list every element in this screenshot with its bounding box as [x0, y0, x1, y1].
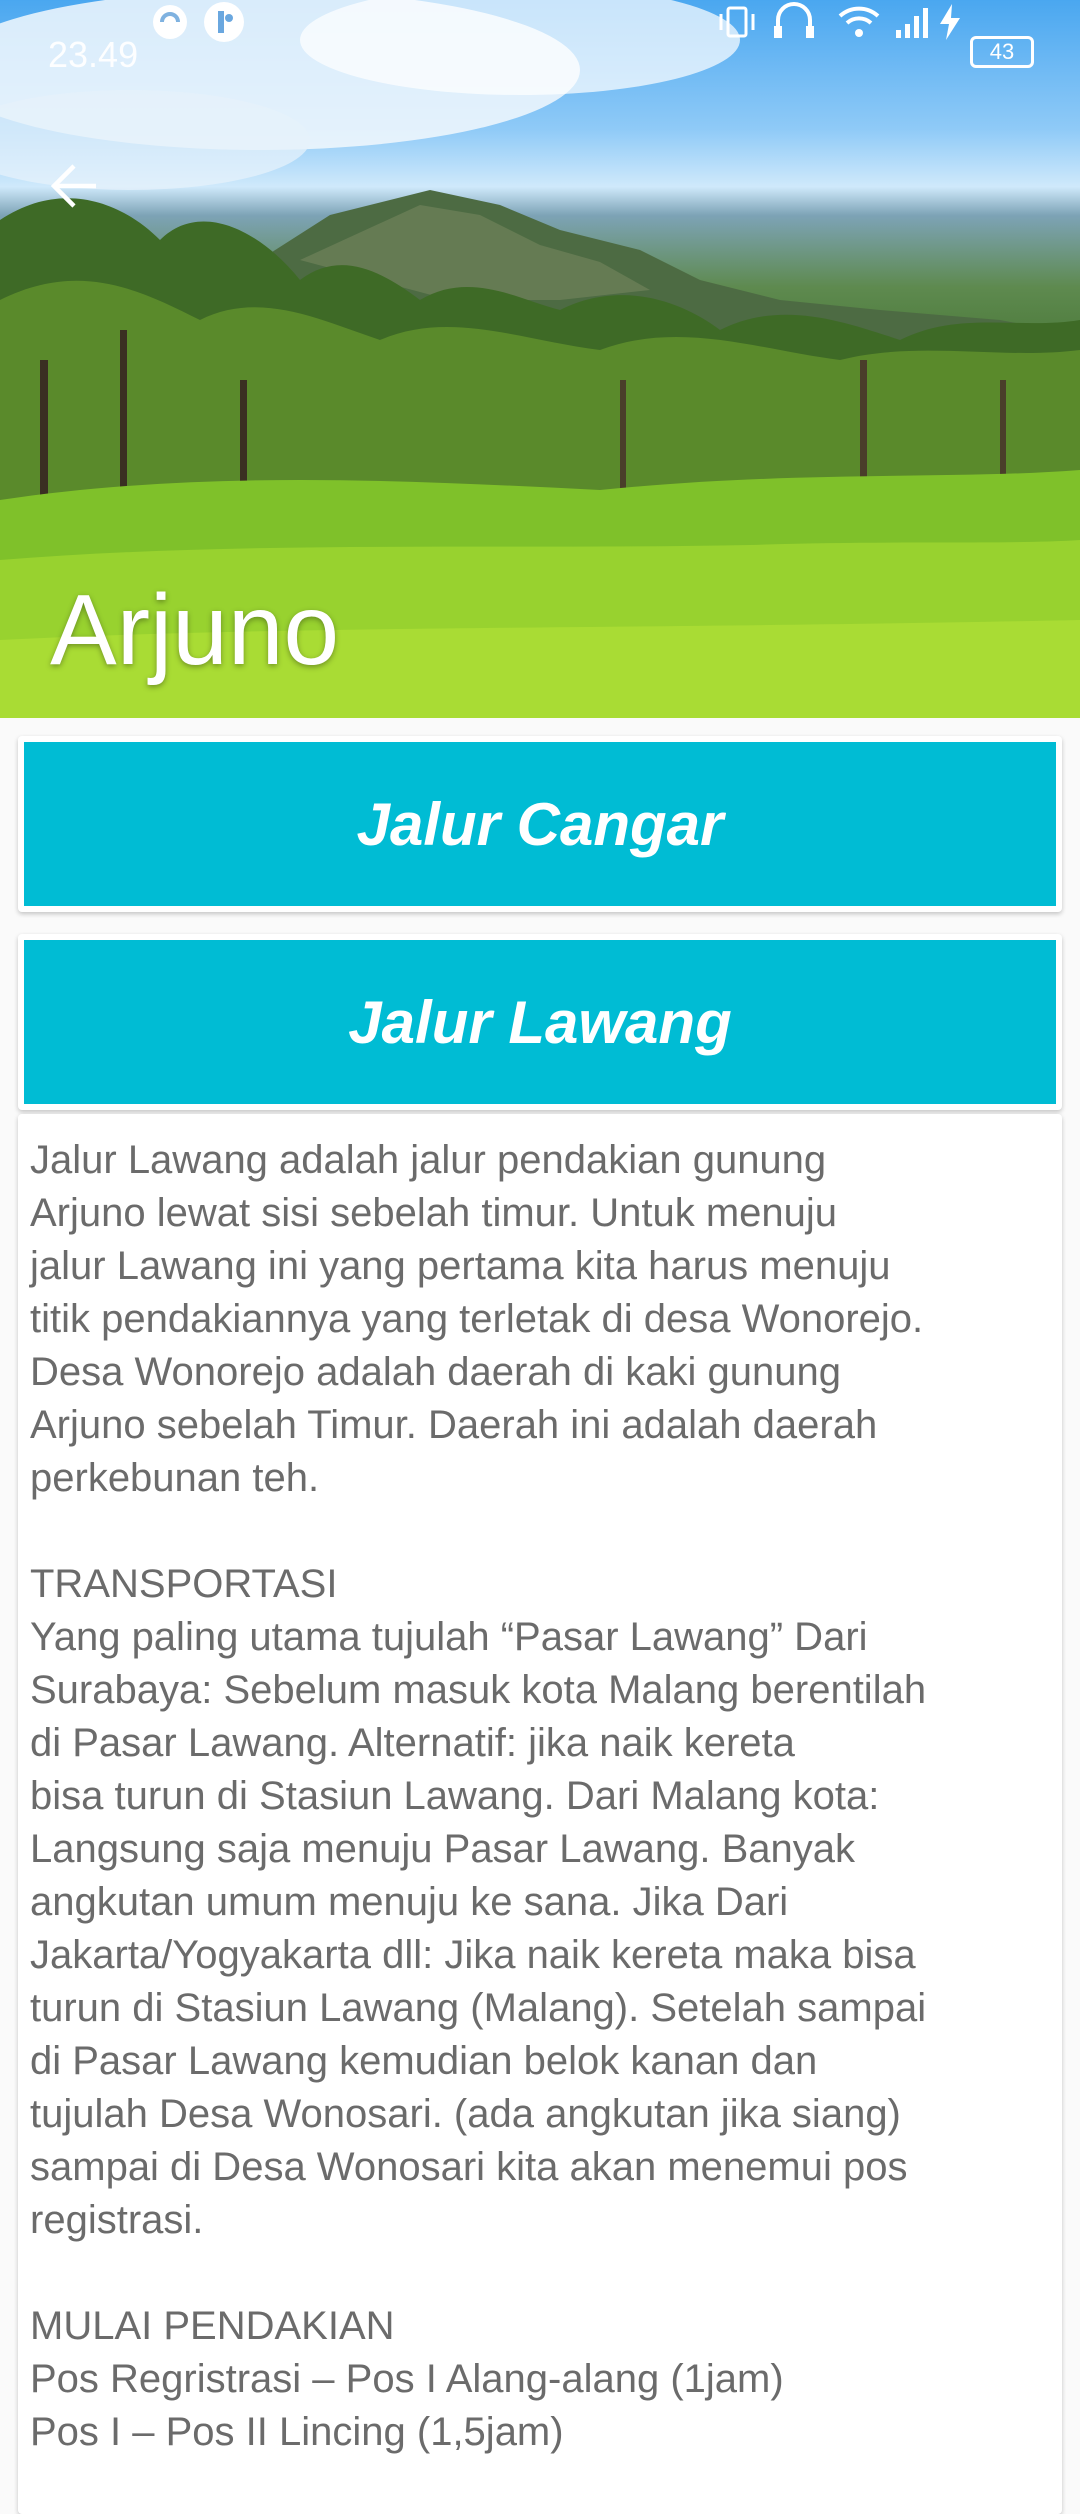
route-card-lawang: Jalur Lawang [18, 934, 1062, 1110]
headset-icon [774, 2, 814, 38]
status-time: 23.49 [48, 34, 139, 75]
notification-app-icon [204, 2, 244, 42]
route-description-text: Jalur Lawang adalah jalur pendakian gunu… [30, 1138, 927, 2454]
jalur-lawang-label: Jalur Lawang [348, 988, 732, 1056]
battery-level: 43 [989, 39, 1015, 64]
arrow-left-icon [50, 164, 96, 208]
data-saver-icon [153, 5, 187, 39]
charging-icon [940, 4, 960, 40]
route-description-card: Jalur Lawang adalah jalur pendakian gunu… [18, 1114, 1062, 2514]
back-button[interactable] [48, 160, 120, 232]
page-title: Arjuno [50, 574, 340, 686]
wifi-icon [838, 6, 880, 37]
jalur-cangar-button[interactable]: Jalur Cangar [24, 742, 1056, 906]
vibrate-icon [719, 6, 755, 38]
jalur-lawang-button[interactable]: Jalur Lawang [24, 940, 1056, 1104]
hero-image: 23.49 43 Arjuno [0, 0, 1080, 718]
status-bar: 23.49 43 [0, 0, 1080, 110]
battery-icon: 43 [970, 36, 1034, 68]
signal-icon [896, 8, 928, 38]
route-card-cangar: Jalur Cangar [18, 736, 1062, 912]
jalur-cangar-label: Jalur Cangar [356, 790, 724, 858]
